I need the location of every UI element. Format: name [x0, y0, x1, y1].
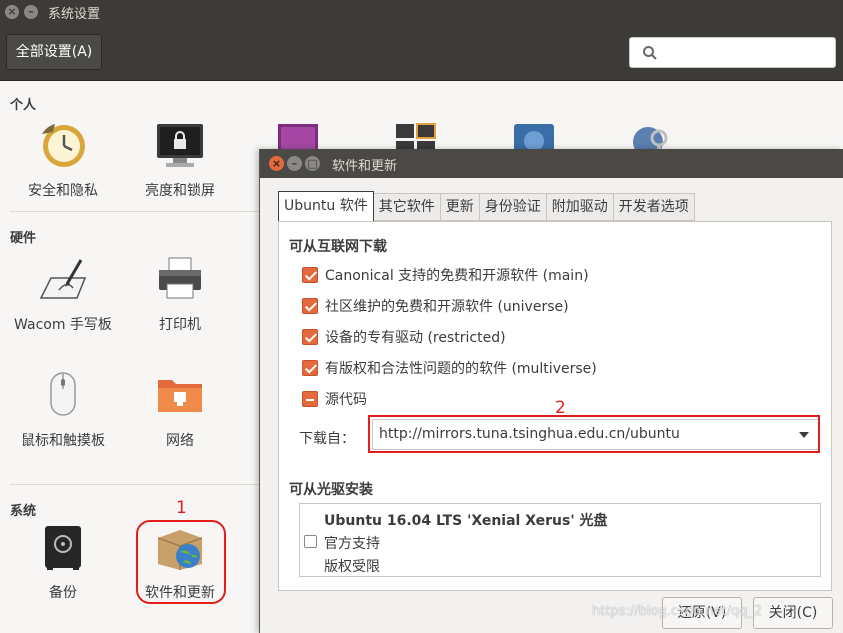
option-label: 社区维护的免费和开源软件 (universe)	[325, 299, 569, 315]
settings-item-label: 安全和隐私	[28, 183, 98, 199]
settings-item-label: Wacom 手写板	[14, 317, 112, 333]
annotation-highlight-software-updates	[136, 520, 226, 604]
settings-item-mouse-touchpad[interactable]: 鼠标和触摸板	[7, 370, 119, 453]
search-icon	[643, 46, 657, 60]
software-updates-dialog: × – □ 软件和更新 Ubuntu 软件 其它软件 更新 身份验证 附加驱动 …	[259, 149, 843, 633]
dialog-titlebar: × – □ 软件和更新	[260, 149, 843, 178]
tablet-pen-icon	[39, 259, 87, 299]
cdrom-disc-title: Ubuntu 16.04 LTS 'Xenial Xerus' 光盘	[324, 513, 608, 529]
settings-item-label: 亮度和锁屏	[145, 183, 215, 199]
checkbox-multiverse[interactable]	[302, 360, 318, 376]
option-label: 源代码	[325, 392, 367, 408]
system-settings-titlebar: × – 系统设置	[0, 0, 843, 24]
monitor-lock-icon	[157, 124, 203, 167]
network-folder-icon	[158, 380, 202, 412]
settings-item-wacom-tablet[interactable]: Wacom 手写板	[7, 254, 119, 337]
cdrom-source-box: Ubuntu 16.04 LTS 'Xenial Xerus' 光盘 官方支持 …	[299, 503, 821, 577]
dialog-tabbar: Ubuntu 软件 其它软件 更新 身份验证 附加驱动 开发者选项	[278, 191, 695, 221]
option-label: 有版权和合法性问题的的软件 (multiverse)	[325, 361, 597, 377]
internet-group-title: 可从互联网下载	[289, 239, 387, 255]
settings-item-label: 鼠标和触摸板	[21, 433, 105, 449]
window-close-button[interactable]: ×	[5, 5, 19, 19]
window-minimize-button[interactable]: –	[24, 5, 38, 19]
option-multiverse[interactable]: 有版权和合法性问题的的软件 (multiverse)	[302, 358, 597, 378]
checkbox-universe[interactable]	[302, 298, 318, 314]
cdrom-group-title: 可从光驱安装	[289, 482, 373, 498]
settings-item-label: 网络	[166, 433, 194, 449]
watermark-text: https://blog.csdn.net/qq_2	[592, 604, 763, 619]
settings-item-backup[interactable]: 备份	[7, 522, 119, 605]
ubuntu-software-panel: 可从互联网下载 Canonical 支持的免费和开源软件 (main) 社区维护…	[278, 221, 832, 591]
printer-icon	[159, 257, 201, 299]
checkbox-main[interactable]	[302, 267, 318, 283]
checkbox-source-code[interactable]	[302, 391, 318, 407]
section-hardware-label: 硬件	[10, 231, 37, 246]
tab-other-software[interactable]: 其它软件	[373, 193, 441, 221]
option-universe[interactable]: 社区维护的免费和开源软件 (universe)	[302, 296, 569, 316]
settings-item-printers[interactable]: 打印机	[124, 254, 236, 337]
dialog-close-button[interactable]: ×	[269, 156, 284, 171]
tab-additional-drivers[interactable]: 附加驱动	[546, 193, 614, 221]
option-label: 设备的专有驱动 (restricted)	[325, 330, 506, 346]
option-restricted[interactable]: 设备的专有驱动 (restricted)	[302, 327, 506, 347]
annotation-highlight-download-server	[368, 415, 820, 453]
cdrom-line-official: 官方支持	[324, 536, 380, 552]
window-title: 系统设置	[48, 7, 101, 22]
dialog-maximize-button[interactable]: □	[305, 156, 320, 171]
checkbox-restricted[interactable]	[302, 329, 318, 345]
dialog-minimize-button[interactable]: –	[287, 156, 302, 171]
tab-developer-options[interactable]: 开发者选项	[613, 193, 695, 221]
checkbox-cdrom[interactable]	[304, 535, 317, 548]
search-box[interactable]	[629, 37, 836, 68]
settings-item-network[interactable]: 网络	[124, 370, 236, 453]
settings-item-brightness-lock[interactable]: 亮度和锁屏	[124, 120, 236, 203]
dialog-title: 软件和更新	[332, 159, 398, 174]
annotation-number-1: 1	[176, 498, 187, 518]
section-divider	[10, 484, 260, 485]
safe-icon	[45, 526, 81, 570]
section-system-label: 系统	[10, 504, 37, 519]
close-button[interactable]: 关闭(C)	[753, 597, 833, 629]
settings-toolbar: 全部设置(A)	[0, 24, 843, 81]
settings-item-label: 打印机	[159, 317, 201, 333]
tab-authentication[interactable]: 身份验证	[479, 193, 547, 221]
section-divider	[10, 211, 260, 212]
tab-ubuntu-software[interactable]: Ubuntu 软件	[278, 191, 374, 221]
mouse-icon	[50, 372, 76, 416]
all-settings-button[interactable]: 全部设置(A)	[6, 34, 102, 70]
cdrom-line-restricted: 版权受限	[324, 559, 380, 575]
search-input[interactable]	[666, 42, 826, 64]
settings-item-security-privacy[interactable]: 安全和隐私	[7, 120, 119, 203]
download-from-label: 下载自：	[299, 431, 355, 447]
tab-updates[interactable]: 更新	[440, 193, 480, 221]
option-label: Canonical 支持的免费和开源软件 (main)	[325, 268, 589, 284]
option-main[interactable]: Canonical 支持的免费和开源软件 (main)	[302, 265, 589, 285]
section-personal-label: 个人	[10, 98, 37, 113]
settings-item-label: 备份	[49, 585, 77, 601]
option-source-code[interactable]: 源代码	[302, 389, 367, 409]
clock-security-icon	[42, 124, 85, 167]
